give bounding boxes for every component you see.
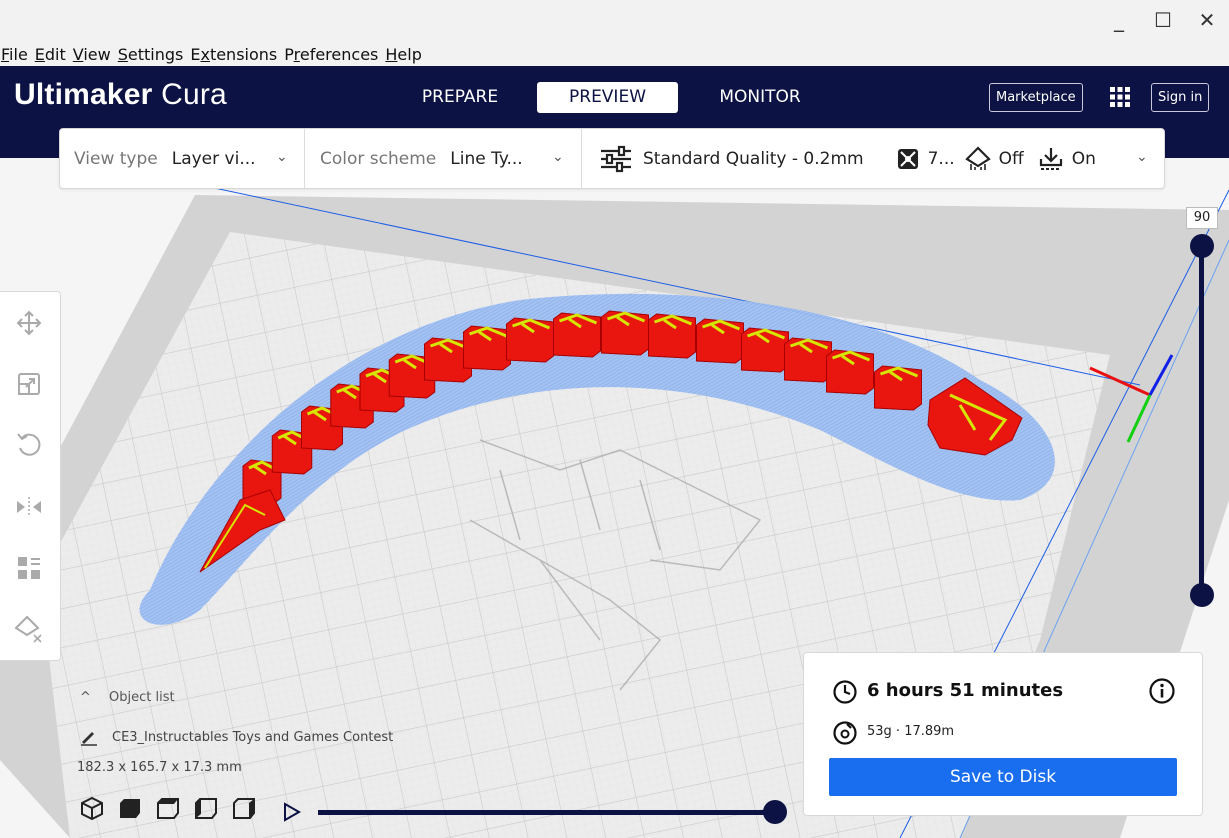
print-info-panel: 6 hours 51 minutes 53g · 17.89m Save to … (803, 652, 1203, 816)
move-tool-icon[interactable] (14, 308, 44, 338)
right-view-icon[interactable] (231, 795, 257, 821)
simulation-slider-track[interactable] (318, 810, 778, 815)
marketplace-button[interactable]: Marketplace (989, 83, 1083, 112)
settings-bar: View type Layer vi... ⌄ Color scheme Lin… (59, 128, 1165, 189)
play-icon[interactable] (282, 800, 302, 824)
chevron-down-icon[interactable]: ⌄ (276, 149, 288, 165)
adhesion-value: On (1071, 148, 1096, 169)
object-list-toggle[interactable]: ^ Object list (80, 690, 175, 705)
scale-tool-icon[interactable] (14, 369, 44, 399)
rotate-tool-icon[interactable] (14, 430, 44, 460)
object-list-item[interactable]: CE3_Instructables Toys and Games Contest (80, 728, 393, 746)
front-view-icon[interactable] (117, 795, 143, 821)
chevron-down-icon[interactable]: ⌄ (552, 149, 564, 165)
layer-slider-bottom-handle[interactable] (1190, 583, 1214, 607)
menu-item-0[interactable]: File (1, 45, 28, 64)
layer-slider-top-handle[interactable] (1190, 234, 1214, 258)
simulation-slider-handle[interactable] (763, 800, 787, 824)
brand-light: Cura (161, 78, 227, 111)
material-usage: 53g · 17.89m (867, 724, 955, 739)
spool-icon (833, 721, 857, 745)
menu-item-4[interactable]: Extensions (190, 45, 277, 64)
window-titlebar: _ ☐ ✕ (0, 0, 1229, 42)
view-type-selector[interactable]: View type Layer vi... (74, 129, 256, 188)
app-logo: Ultimaker Cura (14, 78, 227, 112)
apps-grid-icon[interactable] (1107, 84, 1133, 110)
info-icon[interactable] (1148, 677, 1176, 705)
maximize-button[interactable]: ☐ (1148, 6, 1178, 34)
quality-sliders-icon (601, 145, 631, 172)
color-scheme-selector[interactable]: Color scheme Line Ty... (320, 129, 523, 188)
infill-icon (897, 148, 918, 169)
view-type-value: Layer vi... (171, 148, 256, 169)
support-icon (964, 145, 991, 170)
pencil-icon[interactable] (80, 728, 98, 746)
close-button[interactable]: ✕ (1192, 6, 1222, 34)
save-to-disk-button[interactable]: Save to Disk (829, 758, 1177, 796)
left-view-icon[interactable] (193, 795, 219, 821)
color-scheme-value: Line Ty... (450, 148, 523, 169)
menu-bar: File Edit View Settings Extensions Preference… (0, 42, 1229, 66)
3d-view-icon[interactable] (79, 795, 105, 821)
quality-value: Standard Quality - 0.2mm (643, 148, 864, 169)
menu-item-6[interactable]: Help (385, 45, 421, 64)
tab-prepare[interactable]: PREPARE (410, 82, 510, 113)
chevron-down-icon[interactable]: ⌄ (1136, 149, 1148, 165)
print-settings-selector[interactable]: Standard Quality - 0.2mm 7... Off On (599, 129, 1096, 188)
signin-button[interactable]: Sign in (1151, 83, 1210, 112)
menu-item-2[interactable]: View (73, 45, 111, 64)
top-view-icon[interactable] (155, 795, 181, 821)
infill-value: 7... (927, 148, 955, 169)
mirror-tool-icon[interactable] (14, 492, 44, 522)
brand-bold: Ultimaker (14, 78, 153, 111)
object-list-label: Object list (109, 690, 175, 705)
chevron-up-icon: ^ (80, 690, 91, 705)
tab-preview[interactable]: PREVIEW (537, 82, 678, 113)
layer-slider-track[interactable] (1199, 246, 1204, 596)
adhesion-icon (1039, 147, 1062, 170)
support-blocker-icon[interactable] (14, 614, 44, 644)
menu-item-5[interactable]: Preferences (284, 45, 378, 64)
menu-item-3[interactable]: Settings (118, 45, 184, 64)
tool-panel (0, 291, 61, 661)
layer-number-box[interactable]: 90 (1186, 207, 1218, 229)
print-time: 6 hours 51 minutes (867, 680, 1064, 701)
per-model-settings-icon[interactable] (14, 553, 44, 583)
object-dimensions: 182.3 x 165.7 x 17.3 mm (77, 760, 242, 775)
menu-item-1[interactable]: Edit (35, 45, 66, 64)
clock-icon (833, 680, 857, 704)
support-value: Off (998, 148, 1024, 169)
camera-view-buttons (79, 795, 257, 821)
tab-monitor[interactable]: MONITOR (705, 82, 815, 113)
view-type-label: View type (74, 148, 158, 169)
object-name: CE3_Instructables Toys and Games Contest (112, 729, 394, 745)
minimize-button[interactable]: _ (1104, 6, 1134, 34)
color-scheme-label: Color scheme (320, 148, 437, 169)
